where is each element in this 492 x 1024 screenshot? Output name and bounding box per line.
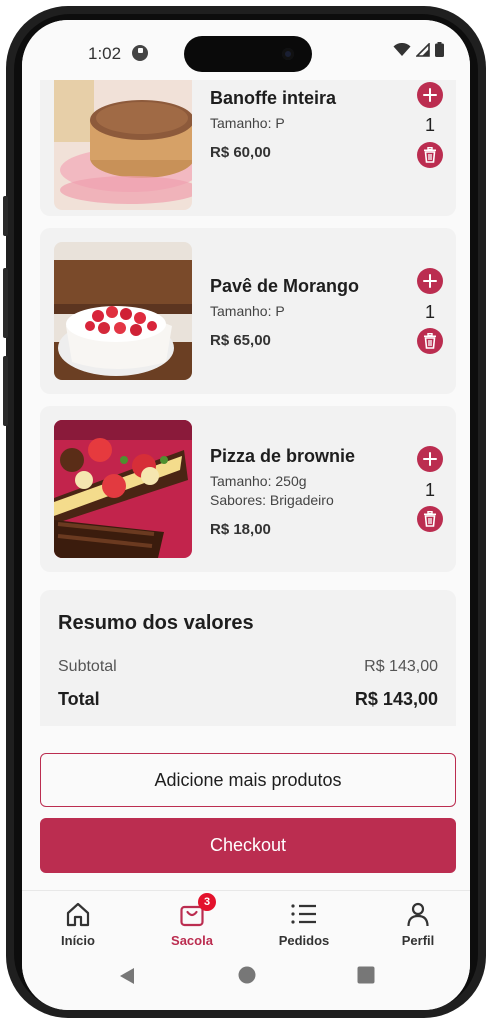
signal-icon xyxy=(416,42,430,57)
nav-item-inicio[interactable]: Início xyxy=(38,899,118,948)
nav-item-pedidos[interactable]: Pedidos xyxy=(264,899,344,948)
nav-label: Sacola xyxy=(171,933,213,948)
total-label: Total xyxy=(58,689,100,709)
phone-side-button xyxy=(3,268,8,338)
item-name: Banoffe inteira xyxy=(210,88,337,108)
nav-item-sacola[interactable]: 3 Sacola xyxy=(152,893,232,948)
add-more-products-button[interactable]: Adicione mais produtos xyxy=(40,753,456,807)
cart-count-badge: 3 xyxy=(198,893,216,911)
phone-side-button xyxy=(3,196,8,236)
item-price: R$ 18,00 xyxy=(210,521,271,538)
item-size: Tamanho: 250g xyxy=(210,473,307,489)
trash-icon xyxy=(424,333,436,349)
product-image-banoffe xyxy=(54,72,192,210)
nav-label: Perfil xyxy=(401,933,435,948)
item-flavors: Sabores: Brigadeiro xyxy=(210,492,334,508)
product-image-pave xyxy=(54,242,192,380)
delete-item-button[interactable] xyxy=(417,328,443,354)
back-icon[interactable] xyxy=(118,966,136,986)
subtotal-label: Subtotal xyxy=(58,658,117,675)
recents-icon[interactable] xyxy=(357,966,375,984)
checkout-button[interactable]: Checkout xyxy=(40,818,456,873)
delete-item-button[interactable] xyxy=(417,142,443,168)
item-name: Pizza de brownie xyxy=(210,446,356,466)
system-navigation-bar xyxy=(22,958,470,1010)
item-price: R$ 60,00 xyxy=(210,144,271,161)
item-size: Tamanho: P xyxy=(210,115,285,131)
list-icon xyxy=(291,904,316,924)
item-quantity: 1 xyxy=(424,480,435,500)
nav-item-perfil[interactable]: Perfil xyxy=(378,899,458,948)
trash-icon xyxy=(424,147,436,163)
item-quantity: 1 xyxy=(424,302,435,322)
person-icon xyxy=(407,902,429,927)
home-circle-icon[interactable] xyxy=(238,966,256,984)
product-image-pizza-brownie xyxy=(54,420,192,558)
item-price: R$ 65,00 xyxy=(210,332,271,349)
bottom-navigation: Início 3 Sacola Pedidos Perfil xyxy=(22,890,470,957)
camera-notch xyxy=(184,36,312,72)
item-name: Pavê de Morango xyxy=(210,276,360,296)
increase-quantity-button[interactable] xyxy=(417,82,443,108)
item-size: Tamanho: P xyxy=(210,303,285,319)
increase-quantity-button[interactable] xyxy=(417,446,443,472)
battery-icon xyxy=(435,42,444,57)
nav-label: Pedidos xyxy=(278,933,330,948)
delete-item-button[interactable] xyxy=(417,506,443,532)
subtotal-value: R$ 143,00 xyxy=(364,658,438,675)
increase-quantity-button[interactable] xyxy=(417,268,443,294)
summary-title: Resumo dos valores xyxy=(58,612,254,634)
front-camera xyxy=(282,48,294,60)
order-summary: Resumo dos valores Subtotal R$ 143,00 To… xyxy=(40,590,456,726)
total-value: R$ 143,00 xyxy=(354,689,438,709)
item-quantity: 1 xyxy=(424,115,435,135)
cart-item-card: Pavê de Morango Tamanho: P R$ 65,00 1 xyxy=(40,228,456,394)
cart-item-card: Pizza de brownie Tamanho: 250g Sabores: … xyxy=(40,406,456,572)
trash-icon xyxy=(424,511,436,527)
google-status-icon xyxy=(132,45,148,61)
status-icons xyxy=(393,42,444,57)
status-time: 1:02 xyxy=(88,44,122,63)
phone-side-button xyxy=(3,356,8,426)
wifi-icon xyxy=(393,42,411,56)
nav-label: Início xyxy=(61,933,95,948)
cart-item-card: Banoffe inteira Tamanho: P R$ 60,00 1 xyxy=(40,70,456,216)
app-screen: 1:02 Banoffe inteira Tamanho: P R$ 60,00… xyxy=(22,20,470,1010)
home-icon xyxy=(66,902,90,927)
